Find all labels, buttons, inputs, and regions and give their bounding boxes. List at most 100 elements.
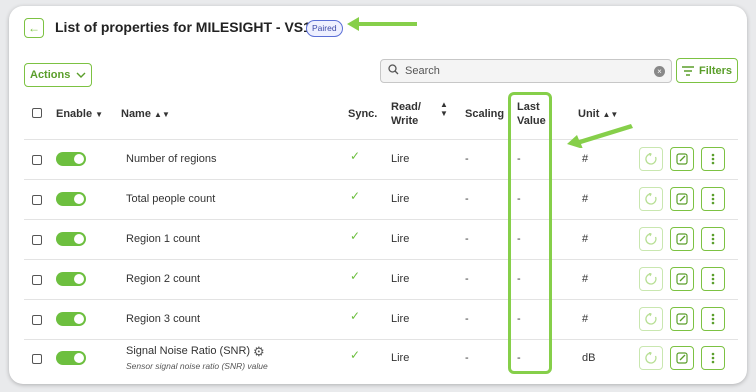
divider xyxy=(24,259,738,260)
divider xyxy=(24,219,738,220)
property-name: Signal Noise Ratio (SNR) xyxy=(126,345,251,357)
property-name: Region 3 count xyxy=(126,313,200,325)
row-checkbox[interactable] xyxy=(32,354,42,364)
edit-button[interactable] xyxy=(670,346,694,370)
more-vertical-icon xyxy=(711,273,715,285)
enable-toggle[interactable] xyxy=(56,232,86,246)
annotation-arrow xyxy=(567,124,633,148)
clear-search-icon[interactable]: × xyxy=(654,66,665,77)
edit-button[interactable] xyxy=(670,267,694,291)
sync-check-icon: ✓ xyxy=(350,229,361,243)
search-input[interactable]: Search × xyxy=(380,59,672,83)
read-write-value: Lire xyxy=(391,273,410,285)
sort-icon[interactable]: ▲ ▼ xyxy=(440,100,448,118)
edit-icon xyxy=(676,153,688,165)
read-write-value: Lire xyxy=(391,153,410,165)
annotation-arrow xyxy=(347,17,417,31)
refresh-button[interactable] xyxy=(639,147,663,171)
divider xyxy=(24,339,738,340)
actions-dropdown[interactable]: Actions xyxy=(24,63,92,87)
refresh-button[interactable] xyxy=(639,267,663,291)
enable-toggle[interactable] xyxy=(56,351,86,365)
unit-value: # xyxy=(582,193,589,205)
filter-icon xyxy=(682,65,694,76)
chevron-down-icon xyxy=(76,69,86,81)
row-checkbox[interactable] xyxy=(32,275,42,285)
more-button[interactable] xyxy=(701,227,725,251)
read-write-header[interactable]: Read/ Write xyxy=(391,100,421,128)
sync-check-icon: ✓ xyxy=(350,149,361,163)
filters-label: Filters xyxy=(699,64,733,77)
more-button[interactable] xyxy=(701,267,725,291)
scaling-value: - xyxy=(465,352,469,364)
read-write-value: Lire xyxy=(391,193,410,205)
status-badge: Paired xyxy=(306,20,343,37)
refresh-icon xyxy=(645,273,657,285)
select-all-checkbox[interactable] xyxy=(32,108,42,118)
sync-header: Sync. xyxy=(348,108,378,120)
read-write-value: Lire xyxy=(391,233,410,245)
refresh-icon xyxy=(645,233,657,245)
sync-check-icon: ✓ xyxy=(350,309,361,323)
divider xyxy=(24,299,738,300)
enable-toggle[interactable] xyxy=(56,152,86,166)
divider xyxy=(24,179,738,180)
actions-label: Actions xyxy=(30,69,71,81)
edit-icon xyxy=(676,273,688,285)
edit-button[interactable] xyxy=(670,147,694,171)
sort-down-icon: ▼ xyxy=(95,110,104,119)
refresh-button[interactable] xyxy=(639,187,663,211)
enable-toggle[interactable] xyxy=(56,192,86,206)
edit-icon xyxy=(676,313,688,325)
scaling-header: Scaling xyxy=(465,108,505,120)
more-vertical-icon xyxy=(711,352,715,364)
refresh-icon xyxy=(645,313,657,325)
more-button[interactable] xyxy=(701,307,725,331)
read-write-value: Lire xyxy=(391,313,410,325)
row-checkbox[interactable] xyxy=(32,315,42,325)
edit-icon xyxy=(676,193,688,205)
last-value-highlight xyxy=(508,92,552,374)
more-button[interactable] xyxy=(701,346,725,370)
refresh-button[interactable] xyxy=(639,227,663,251)
unit-value: # xyxy=(582,273,589,285)
refresh-icon xyxy=(645,352,657,364)
edit-button[interactable] xyxy=(670,227,694,251)
property-name: Total people count xyxy=(126,193,216,205)
read-write-value: Lire xyxy=(391,352,410,364)
edit-button[interactable] xyxy=(670,187,694,211)
unit-header[interactable]: Unit ▲▼ xyxy=(578,108,618,120)
property-name: Number of regions xyxy=(126,153,217,165)
enable-toggle[interactable] xyxy=(56,312,86,326)
edit-button[interactable] xyxy=(670,307,694,331)
refresh-icon xyxy=(645,193,657,205)
unit-value: # xyxy=(582,153,589,165)
row-checkbox[interactable] xyxy=(32,155,42,165)
unit-value: dB xyxy=(582,352,596,364)
unit-value: # xyxy=(582,233,589,245)
unit-value: # xyxy=(582,313,589,325)
back-button[interactable]: ← xyxy=(24,18,44,38)
gear-icon[interactable]: ⚙ xyxy=(253,344,265,360)
enable-header[interactable]: Enable ▼ xyxy=(56,108,103,120)
refresh-button[interactable] xyxy=(639,307,663,331)
refresh-button[interactable] xyxy=(639,346,663,370)
scaling-value: - xyxy=(465,313,469,325)
more-button[interactable] xyxy=(701,147,725,171)
row-checkbox[interactable] xyxy=(32,195,42,205)
sort-icon: ▲▼ xyxy=(154,110,170,119)
page-title: List of properties for MILESIGHT - VS121 xyxy=(55,19,327,35)
search-placeholder: Search xyxy=(405,65,440,77)
name-header[interactable]: Name ▲▼ xyxy=(121,108,170,120)
row-checkbox[interactable] xyxy=(32,235,42,245)
edit-icon xyxy=(676,233,688,245)
sort-icon: ▲▼ xyxy=(602,110,619,119)
sync-check-icon: ✓ xyxy=(350,348,361,362)
property-name: Region 1 count xyxy=(126,233,200,245)
properties-card: ← List of properties for MILESIGHT - VS1… xyxy=(9,6,747,384)
filters-button[interactable]: Filters xyxy=(676,58,738,83)
more-vertical-icon xyxy=(711,233,715,245)
sync-check-icon: ✓ xyxy=(350,189,361,203)
enable-toggle[interactable] xyxy=(56,272,86,286)
more-button[interactable] xyxy=(701,187,725,211)
